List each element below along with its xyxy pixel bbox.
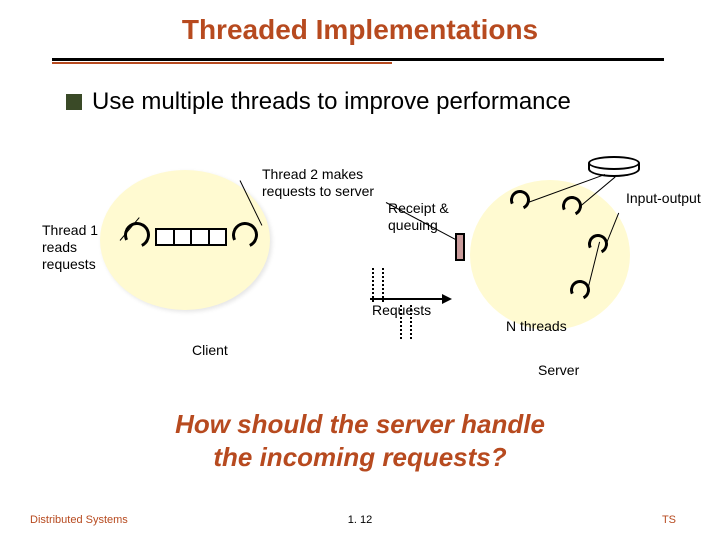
label-thread2: Thread 2 makes requests to server — [262, 166, 374, 200]
title-underline — [52, 58, 664, 61]
server-oval — [470, 180, 630, 330]
footer-page-number: 1. 12 — [0, 514, 720, 526]
bullet-row: Use multiple threads to improve performa… — [66, 88, 571, 116]
dotted-line — [372, 268, 374, 302]
requests-arrow-icon — [370, 298, 450, 300]
bullet-icon — [66, 94, 82, 110]
label-thread1: Thread 1 reads requests — [42, 222, 98, 272]
diagram: Thread 1 reads requests Thread 2 makes r… — [0, 140, 720, 370]
footer-right: TS — [662, 514, 676, 526]
label-server: Server — [538, 362, 579, 379]
label-receipt: Receipt & queuing — [388, 200, 449, 234]
label-nthreads: N threads — [506, 318, 567, 335]
slide-title: Threaded Implementations — [0, 0, 720, 46]
dotted-line — [382, 268, 384, 302]
client-queue — [155, 228, 227, 246]
label-io: Input-output — [626, 190, 701, 207]
server-queue — [455, 233, 465, 261]
question-text: How should the server handle the incomin… — [0, 408, 720, 473]
title-underline-accent — [52, 62, 392, 64]
label-requests: Requests — [372, 302, 431, 319]
bullet-text: Use multiple threads to improve performa… — [92, 88, 571, 116]
label-client: Client — [192, 342, 228, 359]
